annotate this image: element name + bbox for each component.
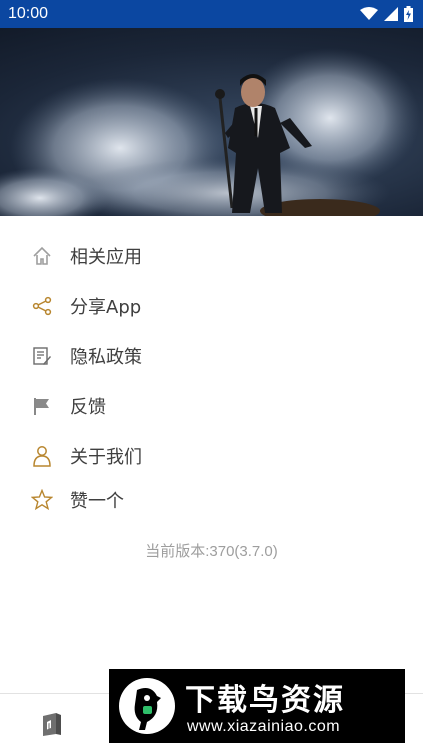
bird-logo-icon [119,678,175,734]
watermark-title: 下载鸟资源 [185,683,345,718]
document-icon [31,345,53,367]
status-icons [360,6,413,22]
menu-item-privacy-policy[interactable]: 隐私政策 [0,334,423,378]
wifi-icon [360,7,378,20]
battery-icon [404,6,413,22]
menu-item-about-us[interactable]: 关于我们 [0,434,423,478]
version-text: 当前版本:370(3.7.0) [145,543,278,560]
status-time: 10:00 [8,5,49,22]
menu-item-like[interactable]: 赞一个 [0,478,423,522]
share-icon [31,295,53,317]
header-photo [0,28,423,216]
book-icon[interactable] [40,711,64,737]
status-bar: 10:00 [0,0,423,28]
watermark-banner: 下载鸟资源 www.xiazainiao.com [109,669,405,743]
menu-item-label: 关于我们 [70,447,142,468]
menu-item-related-apps[interactable]: 相关应用 [0,234,423,278]
menu-item-label: 隐私政策 [70,347,142,368]
menu-item-label: 相关应用 [70,247,142,268]
menu-item-label: 分享App [70,297,142,318]
menu-item-label: 赞一个 [70,491,124,512]
menu-item-feedback[interactable]: 反馈 [0,384,423,428]
watermark-url: www.xiazainiao.com [187,718,341,735]
menu-item-label: 反馈 [70,397,106,418]
person-icon [31,445,53,467]
flag-icon [31,395,53,417]
signal-icon [384,7,398,21]
singer-photo [0,48,420,216]
house-icon [31,245,53,267]
menu-item-share-app[interactable]: 分享App [0,284,423,328]
star-icon [31,489,53,511]
